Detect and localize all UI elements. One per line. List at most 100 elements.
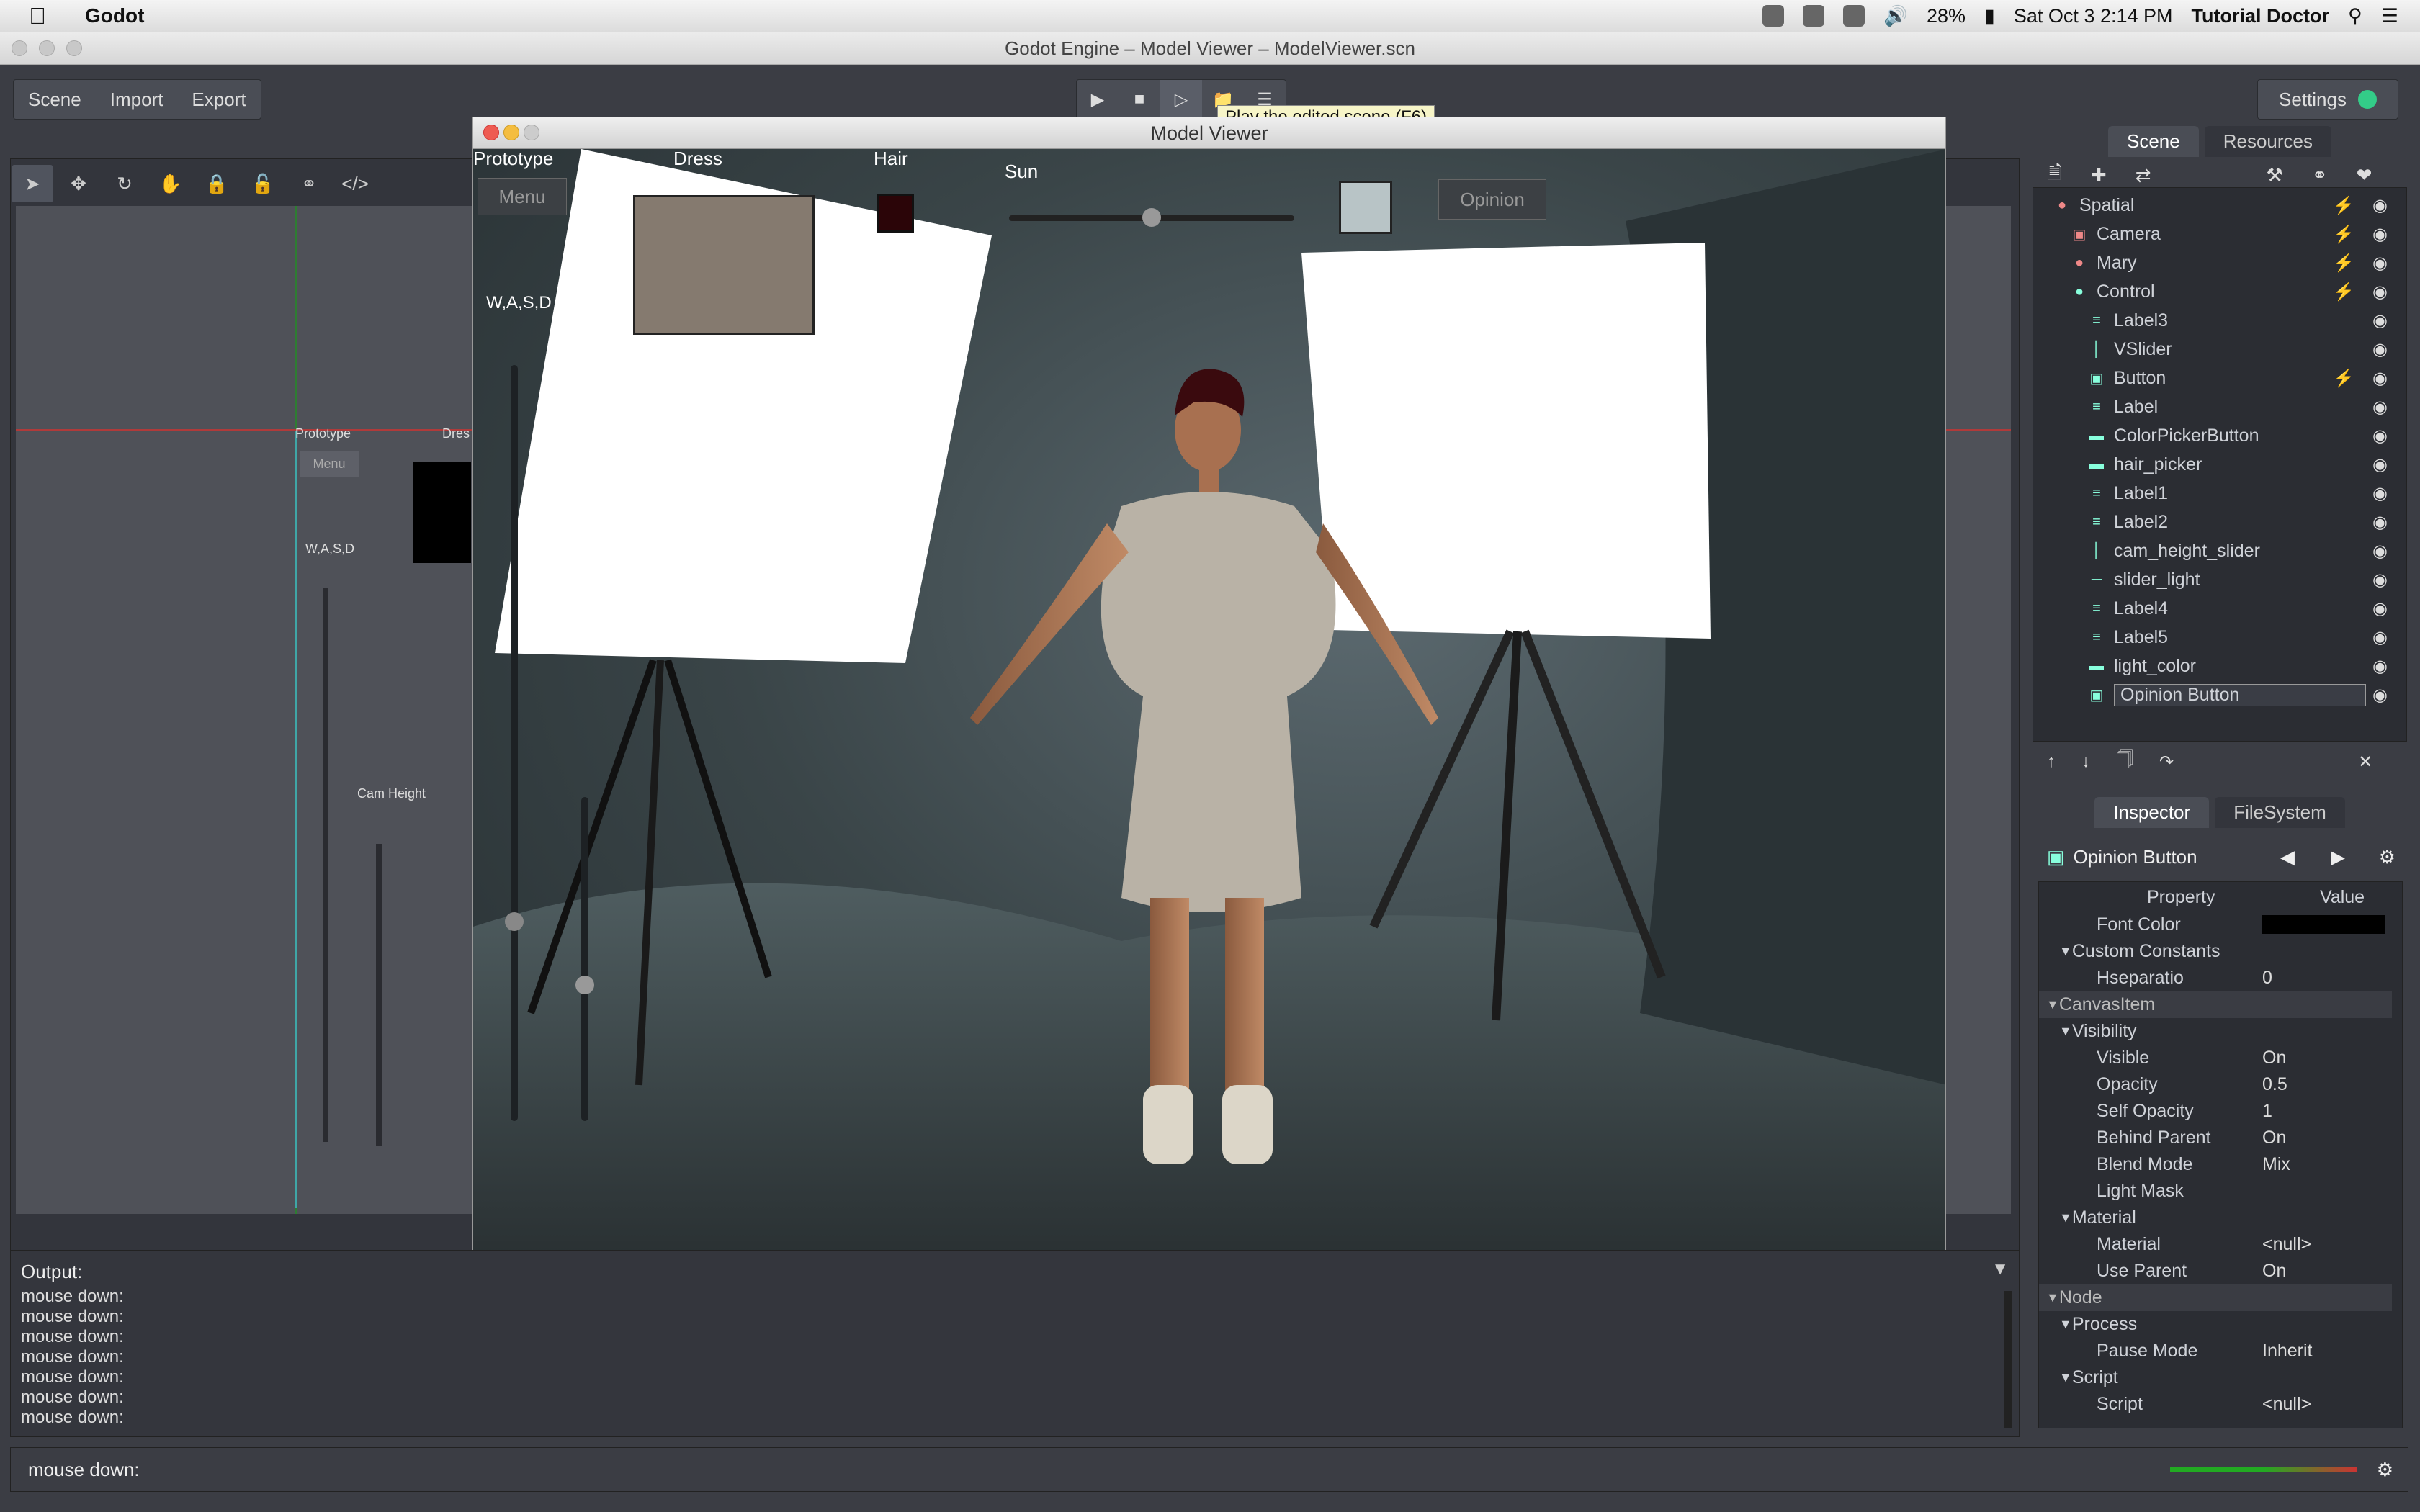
new-scene-icon[interactable]: 🗎 [2047,159,2062,191]
visibility-eye-icon[interactable]: ◉ [2372,339,2388,360]
group-icon[interactable]: ⚭ [288,165,330,202]
tree-item-opinion-button[interactable]: ▣ Opinion Button ◉ [2033,680,2393,709]
play-icon[interactable]: ▶ [1077,80,1119,119]
property-value[interactable]: Mix [2262,1154,2385,1175]
visibility-eye-icon[interactable]: ◉ [2372,426,2388,446]
property-value[interactable]: <null> [2262,1234,2385,1255]
property-value[interactable]: 0 [2262,968,2385,989]
dress-color-picker[interactable] [633,195,815,335]
tree-item-button[interactable]: ▣ Button ⚡ ◉ [2033,364,2393,392]
visibility-eye-icon[interactable]: ◉ [2372,598,2388,619]
opinion-button[interactable]: Opinion [1438,179,1546,220]
stop-icon[interactable]: ■ [1119,80,1160,119]
tree-item-label4[interactable]: ≡ Label4 ◉ [2033,594,2393,623]
hair-color-picker[interactable] [877,194,914,233]
inspector-row-use-parent[interactable]: Use Parent On [2039,1257,2392,1284]
tree-item-cam-height-slider[interactable]: │ cam_height_slider ◉ [2033,536,2393,565]
sun-slider-handle[interactable] [1142,208,1161,227]
collapse-arrow-icon[interactable]: ▼ [2046,997,2059,1012]
visibility-eye-icon[interactable]: ◉ [2372,541,2388,562]
export-menu[interactable]: Export [177,89,260,111]
script-icon[interactable]: ❤ [2357,164,2372,186]
move-tool-icon[interactable]: ✥ [58,165,99,202]
tree-item-control[interactable]: ● Control ⚡ ◉ [2033,277,2393,306]
light-color-picker[interactable] [1339,181,1392,234]
tab-resources[interactable]: Resources [2204,126,2331,157]
script-attached-icon[interactable]: ⚡ [2333,224,2354,245]
visibility-eye-icon[interactable]: ◉ [2372,195,2388,216]
collapse-arrow-icon[interactable]: ▼ [2059,1210,2072,1225]
mv-menu-button[interactable]: Menu [478,178,567,215]
move-up-icon[interactable]: ↑ [2047,752,2056,772]
add-node-icon[interactable]: ✚ [2091,164,2107,186]
play-scene-icon[interactable]: ▷ [1160,80,1202,119]
inspector-row-opacity[interactable]: Opacity 0.5 [2039,1071,2392,1098]
property-value[interactable]: On [2262,1261,2385,1282]
inspector-row-visible[interactable]: Visible On [2039,1044,2392,1071]
app-menu-name[interactable]: Godot [85,4,144,27]
visibility-eye-icon[interactable]: ◉ [2372,627,2388,648]
rotate-tool-icon[interactable]: ↻ [104,165,145,202]
volume-icon[interactable]: 🔊 [1883,4,1908,27]
spotlight-icon[interactable]: ⚲ [2348,5,2362,27]
dropbox-icon[interactable] [1762,5,1785,27]
visibility-eye-icon[interactable]: ◉ [2372,224,2388,245]
tree-item-label[interactable]: ≡ Label ◉ [2033,392,2393,421]
visibility-eye-icon[interactable]: ◉ [2372,483,2388,504]
tree-item-label1[interactable]: ≡ Label1 ◉ [2033,479,2393,508]
object-menu-gear-icon[interactable]: ⚙ [2379,846,2396,868]
inspector-row-blend-mode[interactable]: Blend Mode Mix [2039,1151,2392,1178]
tree-item-hair-picker[interactable]: ▬ hair_picker ◉ [2033,450,2393,479]
connections-icon[interactable]: ⚭ [2312,164,2328,186]
cam-height-slider-handle[interactable] [575,976,594,994]
tree-item-camera[interactable]: ▣ Camera ⚡ ◉ [2033,220,2393,248]
property-value[interactable] [2262,915,2385,934]
visibility-eye-icon[interactable]: ◉ [2372,282,2388,302]
sun-slider[interactable] [1009,208,1294,227]
lock-icon[interactable]: 🔒 [196,165,238,202]
property-value[interactable]: On [2262,1128,2385,1148]
inspector-row-light-mask[interactable]: Light Mask [2039,1177,2392,1205]
tree-item-label3[interactable]: ≡ Label3 ◉ [2033,306,2393,335]
tree-item-vslider[interactable]: │ VSlider ◉ [2033,335,2393,364]
import-menu[interactable]: Import [96,89,178,111]
tree-item-spatial[interactable]: ● Spatial ⚡ ◉ [2033,191,2393,220]
tab-inspector[interactable]: Inspector [2094,797,2210,828]
visibility-eye-icon[interactable]: ◉ [2372,310,2388,331]
inspector-row-font-color[interactable]: Font Color [2039,911,2392,938]
inspector-row-script[interactable]: Script <null> [2039,1390,2392,1418]
property-value[interactable]: <null> [2262,1394,2385,1415]
visibility-eye-icon[interactable]: ◉ [2372,656,2388,677]
mv-zoom-button[interactable] [524,125,539,140]
script-attached-icon[interactable]: ⚡ [2333,195,2354,216]
notification-list-icon[interactable]: ☰ [2381,5,2398,27]
edit-groups-icon[interactable]: ⚒ [2267,164,2283,186]
tree-item-light-color[interactable]: ▬ light_color ◉ [2033,652,2393,680]
visibility-eye-icon[interactable]: ◉ [2372,454,2388,475]
property-value[interactable]: Inherit [2262,1341,2385,1362]
settings-gear-icon[interactable]: ⚙ [2377,1459,2393,1481]
canvas-vslider[interactable] [323,588,328,1142]
tree-item-mary[interactable]: ● Mary ⚡ ◉ [2033,248,2393,277]
model-viewer-3d-view[interactable]: Prototype Dress Hair Sun W,A,S,D Menu Op… [473,148,1945,1254]
property-value[interactable]: 1 [2262,1101,2385,1122]
tree-item-label5[interactable]: ≡ Label5 ◉ [2033,623,2393,652]
pan-tool-icon[interactable]: ✋ [150,165,192,202]
visibility-eye-icon[interactable]: ◉ [2372,685,2388,706]
reparent-icon[interactable]: ↷ [2159,752,2174,773]
inspector-row-behind-parent[interactable]: Behind Parent On [2039,1124,2392,1151]
visibility-eye-icon[interactable]: ◉ [2372,368,2388,389]
script-attached-icon[interactable]: ⚡ [2333,282,2354,302]
tab-scene[interactable]: Scene [2107,126,2199,157]
property-value[interactable]: 0.5 [2262,1074,2385,1095]
canvas-dress-swatch[interactable] [413,462,471,563]
tree-item-label2[interactable]: ≡ Label2 ◉ [2033,508,2393,536]
drive-icon[interactable] [1803,5,1825,27]
move-down-icon[interactable]: ↓ [2081,752,2090,772]
minimize-window-button[interactable] [39,40,55,56]
mv-minimize-button[interactable] [503,125,519,140]
property-value[interactable]: On [2262,1048,2385,1068]
wasd-slider-handle[interactable] [505,912,524,931]
clock[interactable]: Sat Oct 3 2:14 PM [2014,5,2173,27]
tree-item-slider-light[interactable]: ─ slider_light ◉ [2033,565,2393,594]
